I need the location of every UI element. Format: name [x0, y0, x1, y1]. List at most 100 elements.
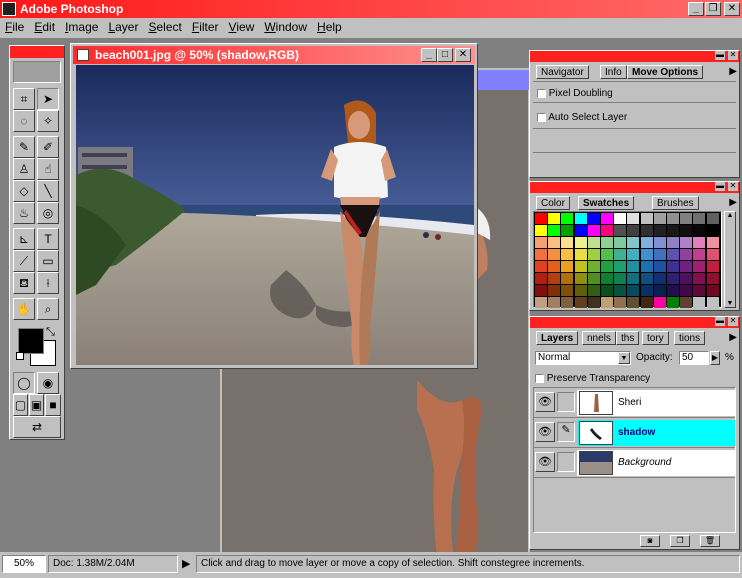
color-swatch[interactable]: [574, 249, 587, 260]
palette-menu-arrow-icon[interactable]: ▶: [729, 332, 737, 343]
color-swatch[interactable]: [574, 261, 587, 272]
color-swatch[interactable]: [693, 297, 706, 308]
layers-palette-titlebar[interactable]: ▬ ✕: [530, 317, 739, 328]
color-swatch[interactable]: [535, 249, 547, 260]
paintbrush-tool-icon[interactable]: ✐: [37, 136, 59, 158]
color-swatch[interactable]: [653, 285, 666, 296]
color-swatch[interactable]: [667, 273, 679, 284]
color-swatch[interactable]: [667, 261, 679, 272]
eye-icon[interactable]: 👁: [535, 392, 555, 412]
color-swatch[interactable]: [535, 297, 547, 308]
color-swatch[interactable]: [640, 225, 653, 236]
color-swatch[interactable]: [706, 213, 719, 224]
color-swatch[interactable]: [535, 273, 547, 284]
image-minimize-button[interactable]: _: [421, 48, 437, 62]
layer-row-shadow[interactable]: 👁 ✎ shadow: [534, 418, 735, 448]
color-swatch[interactable]: [706, 285, 719, 296]
palette-menu-arrow-icon[interactable]: ▶: [729, 197, 737, 208]
color-swatch[interactable]: [587, 225, 600, 236]
zoom-tool-icon[interactable]: ⌕: [37, 298, 59, 320]
screen-mode-full-icon[interactable]: ■: [45, 394, 61, 416]
color-swatch[interactable]: [561, 261, 574, 272]
color-swatch[interactable]: [614, 273, 627, 284]
menu-filter[interactable]: Filter: [187, 18, 224, 36]
paint-bucket-tool-icon[interactable]: ⛾: [13, 272, 35, 294]
color-swatch[interactable]: [574, 285, 587, 296]
color-swatch[interactable]: [706, 249, 719, 260]
color-swatch[interactable]: [693, 273, 706, 284]
opacity-slider-arrow-icon[interactable]: ▶: [710, 351, 720, 365]
eye-icon[interactable]: 👁: [535, 452, 555, 472]
palette-close-icon[interactable]: ✕: [728, 317, 738, 326]
jump-to-imageready-icon[interactable]: ⇄: [13, 416, 61, 438]
close-button[interactable]: ✕: [724, 2, 740, 16]
color-swatch[interactable]: [548, 249, 561, 260]
color-swatch[interactable]: [587, 285, 600, 296]
color-swatch[interactable]: [535, 285, 547, 296]
color-swatch[interactable]: [680, 213, 693, 224]
color-swatch[interactable]: [640, 273, 653, 284]
tab-layers[interactable]: Layers: [536, 331, 579, 345]
preserve-transparency-checkbox[interactable]: [535, 373, 544, 383]
eye-logo-icon[interactable]: [13, 61, 61, 83]
color-swatch[interactable]: [706, 261, 719, 272]
pencil-tool-icon[interactable]: ╲: [37, 180, 59, 202]
layer-mask-icon[interactable]: ◙: [640, 535, 660, 547]
new-layer-icon[interactable]: ❐: [670, 535, 690, 547]
color-swatch[interactable]: [548, 297, 561, 308]
color-swatch[interactable]: [574, 213, 587, 224]
color-swatch[interactable]: [574, 297, 587, 308]
menu-view[interactable]: View: [224, 18, 260, 36]
color-swatch[interactable]: [653, 225, 666, 236]
image-close-button[interactable]: ✕: [455, 48, 471, 62]
color-swatch[interactable]: [627, 213, 640, 224]
tab-paths[interactable]: ths: [616, 331, 640, 345]
color-swatch[interactable]: [587, 273, 600, 284]
color-swatch[interactable]: [574, 225, 587, 236]
color-swatch[interactable]: [561, 237, 574, 248]
color-swatch[interactable]: [601, 273, 613, 284]
lasso-tool-icon[interactable]: ◌: [13, 110, 35, 132]
color-swatch[interactable]: [614, 213, 627, 224]
color-swatch[interactable]: [667, 213, 679, 224]
color-swatch[interactable]: [627, 297, 640, 308]
color-swatch[interactable]: [561, 273, 574, 284]
color-swatch[interactable]: [640, 297, 653, 308]
color-swatch[interactable]: [680, 297, 693, 308]
image-maximize-button[interactable]: □: [437, 48, 453, 62]
color-swatch[interactable]: [667, 249, 679, 260]
tab-channels[interactable]: nnels: [582, 331, 616, 345]
color-swatch[interactable]: [614, 225, 627, 236]
color-swatch[interactable]: [587, 261, 600, 272]
menu-help[interactable]: Help: [312, 18, 347, 36]
palette-close-icon[interactable]: ✕: [728, 51, 738, 60]
color-swatch[interactable]: [561, 297, 574, 308]
tab-navigator[interactable]: Navigator: [536, 65, 589, 79]
magic-wand-tool-icon[interactable]: ✧: [37, 110, 59, 132]
color-swatch[interactable]: [601, 261, 613, 272]
color-swatch[interactable]: [548, 273, 561, 284]
color-swatch[interactable]: [680, 249, 693, 260]
color-swatch[interactable]: [601, 297, 613, 308]
color-swatch[interactable]: [693, 213, 706, 224]
color-swatch[interactable]: [548, 213, 561, 224]
quick-mask-mode-icon[interactable]: ◉: [37, 372, 59, 394]
color-swatch[interactable]: [693, 249, 706, 260]
color-swatch[interactable]: [561, 249, 574, 260]
palette-menu-arrow-icon[interactable]: ▶: [729, 66, 737, 77]
color-swatch[interactable]: [693, 225, 706, 236]
tab-brushes[interactable]: Brushes: [652, 196, 699, 210]
color-swatch[interactable]: [627, 285, 640, 296]
status-menu-arrow-icon[interactable]: ▶: [182, 557, 190, 570]
color-swatch[interactable]: [640, 261, 653, 272]
screen-mode-standard-icon[interactable]: ▢: [13, 394, 28, 416]
color-swatch[interactable]: [614, 237, 627, 248]
color-swatch[interactable]: [587, 297, 600, 308]
color-swatch[interactable]: [548, 285, 561, 296]
eraser-tool-icon[interactable]: ◇: [13, 180, 35, 202]
color-swatch[interactable]: [667, 297, 679, 308]
tab-info[interactable]: Info: [600, 65, 627, 79]
standard-mode-icon[interactable]: ◯: [13, 372, 35, 394]
color-swatch[interactable]: [667, 237, 679, 248]
color-swatch[interactable]: [680, 273, 693, 284]
